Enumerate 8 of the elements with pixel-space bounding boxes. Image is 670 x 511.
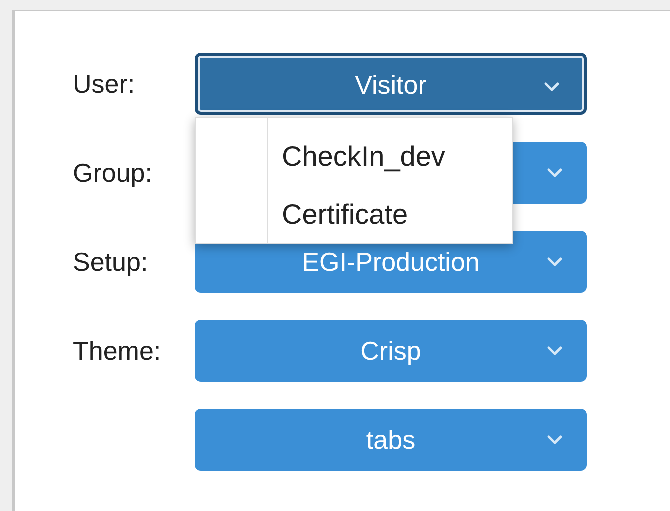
field-label: User: <box>73 68 136 98</box>
menu-option[interactable]: CheckIn_dev <box>268 128 460 186</box>
field-label: Setup: <box>73 246 148 276</box>
dropdown[interactable]: Crisp <box>195 320 587 382</box>
field-label: Group: <box>73 158 152 188</box>
dropdown[interactable]: tabs <box>195 409 587 471</box>
field-label: Theme: <box>73 336 162 366</box>
dropdown[interactable]: Visitor <box>195 53 587 115</box>
